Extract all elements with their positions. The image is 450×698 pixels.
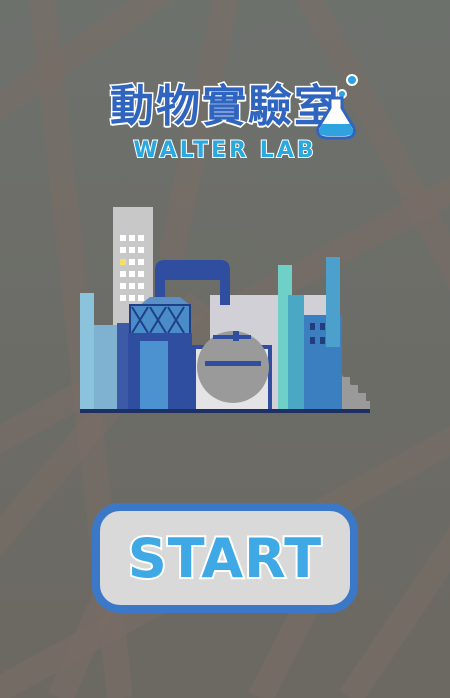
start-button[interactable]: START [92,503,358,613]
title-english: WALTER LAB [132,137,317,164]
flask-icon [316,74,358,140]
start-label: START [126,525,323,592]
factory-illustration [80,207,370,413]
title-chinese: 動物實驗室 [109,80,340,134]
